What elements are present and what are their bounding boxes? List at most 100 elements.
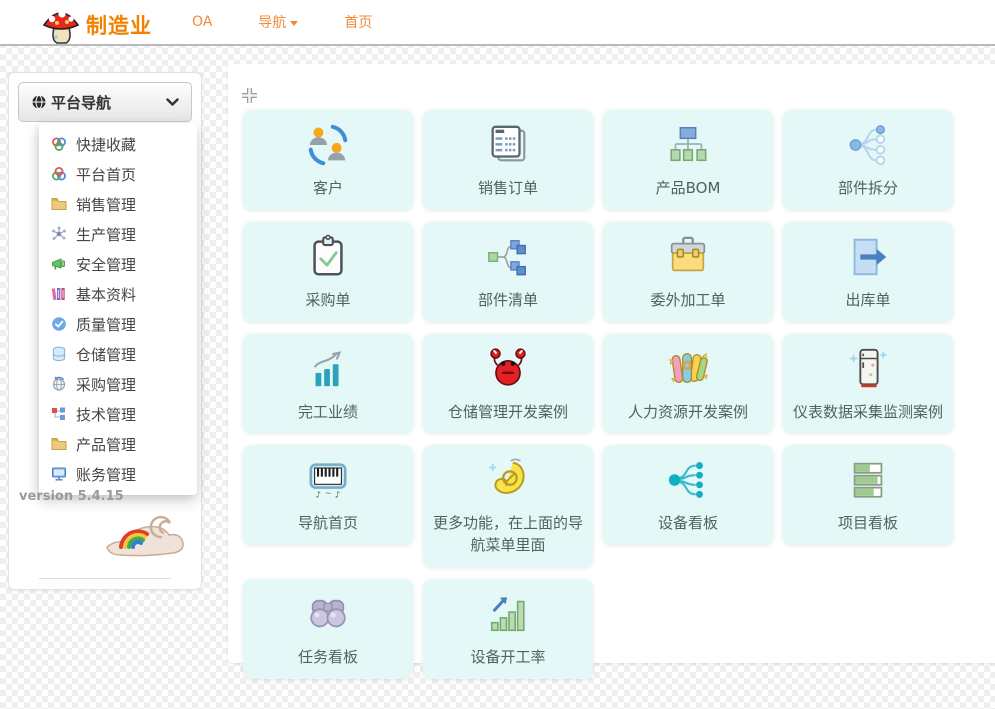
caret-down-icon (290, 21, 298, 26)
molecule-icon (51, 226, 67, 242)
tile-label: 更多功能，在上面的导航菜单里面 (431, 513, 585, 557)
sidebar-item-platform-home[interactable]: 平台首页 (39, 159, 197, 189)
tile-completion-performance[interactable]: 完工业绩 (243, 334, 413, 434)
nav-link-home[interactable]: 首页 (344, 12, 372, 32)
growth-bars-icon (485, 589, 531, 639)
toolbox-icon (664, 232, 712, 282)
tile-outbound-order[interactable]: 出库单 (783, 222, 953, 322)
tile-equipment-utilization[interactable]: 设备开工率 (423, 579, 593, 679)
tile-task-board[interactable]: 任务看板 (243, 579, 413, 679)
tile-part-split[interactable]: 部件拆分 (783, 110, 953, 210)
tile-label: 部件清单 (478, 290, 538, 312)
sidebar-item-accounting-mgmt[interactable]: 账务管理 (39, 459, 197, 489)
tile-label: 产品BOM (656, 178, 721, 200)
sidebar-item-sales-mgmt[interactable]: 销售管理 (39, 189, 197, 219)
monitor-icon (51, 466, 67, 482)
sidebar-item-label: 产品管理 (76, 434, 136, 455)
fridge-icon (844, 344, 892, 394)
tile-hr-dev-case[interactable]: 人力资源开发案例 (603, 334, 773, 434)
tile-more-features[interactable]: 更多功能，在上面的导航菜单里面 (423, 445, 593, 567)
main-panel: 客户 销售订单 (228, 64, 995, 663)
tile-label: 设备开工率 (470, 647, 545, 669)
sidebar-item-procurement-mgmt[interactable]: 采购管理 (39, 369, 197, 399)
tile-part-list[interactable]: 部件清单 (423, 222, 593, 322)
fanout-icon (665, 455, 711, 505)
part-split-icon (845, 120, 891, 170)
check-circle-icon (51, 316, 67, 332)
piano-icon: ♪ ∼ ♪ (303, 455, 353, 505)
brand[interactable]: 制造业 (40, 4, 152, 40)
tile-customers[interactable]: 客户 (243, 110, 413, 210)
database-icon (51, 346, 67, 362)
sales-order-icon (485, 120, 531, 170)
nav-link-oa[interactable]: OA (192, 14, 212, 30)
sidebar-item-quick-favorites[interactable]: 快捷收藏 (39, 129, 197, 159)
tile-label: 出库单 (845, 290, 890, 312)
sidebar-menu: 快捷收藏 平台首页 销售管理 (39, 123, 197, 495)
folder-icon (51, 436, 67, 452)
tile-equipment-board[interactable]: 设备看板 (603, 445, 773, 545)
clipboard-check-icon (305, 232, 351, 282)
rainbow-cloud-illustration (99, 501, 189, 563)
nav-link-navigation[interactable]: 导航 (258, 12, 298, 32)
tile-label: 设备看板 (658, 513, 718, 535)
tile-label: 委外加工单 (650, 290, 725, 312)
sidebar-header-label: 平台导航 (51, 92, 166, 113)
tile-project-board[interactable]: 项目看板 (783, 445, 953, 545)
tile-outsourcing-order[interactable]: 委外加工单 (603, 222, 773, 322)
bom-tree-icon (665, 120, 711, 170)
bar-trend-icon (305, 344, 351, 394)
tile-sales-order[interactable]: 销售订单 (423, 110, 593, 210)
tile-product-bom[interactable]: 产品BOM (603, 110, 773, 210)
tile-label: 完工业绩 (298, 402, 358, 424)
globe-sync-icon (51, 376, 67, 392)
main-nav: OA 导航 首页 (192, 12, 372, 32)
megaphone-icon (51, 256, 67, 272)
sidebar-item-label: 生产管理 (76, 224, 136, 245)
sidebar-item-label: 快捷收藏 (76, 134, 136, 155)
sidebar-item-label: 安全管理 (76, 254, 136, 275)
crab-icon (484, 344, 532, 394)
sidebar-item-quality-mgmt[interactable]: 质量管理 (39, 309, 197, 339)
sidebar-item-basic-data[interactable]: 基本资料 (39, 279, 197, 309)
sidebar-item-label: 技术管理 (76, 404, 136, 425)
svg-text:♪: ♪ (335, 491, 341, 501)
sidebar: 平台导航 快捷收藏 平台首页 (8, 72, 202, 590)
folder-icon (51, 196, 67, 212)
tile-label: 采购单 (305, 290, 350, 312)
sidebar-item-label: 采购管理 (76, 374, 136, 395)
sidebar-header-platform-nav[interactable]: 平台导航 (18, 82, 192, 122)
horn-icon (483, 455, 533, 505)
sidebar-item-label: 基本资料 (76, 284, 136, 305)
tile-label: 客户 (313, 178, 343, 200)
customers-icon (305, 120, 351, 170)
tile-label: 仪表数据采集监测案例 (793, 402, 943, 424)
move-handle-icon[interactable] (242, 88, 257, 107)
sidebar-item-label: 平台首页 (76, 164, 136, 185)
sidebar-item-label: 销售管理 (76, 194, 136, 215)
sidebar-item-technology-mgmt[interactable]: 技术管理 (39, 399, 197, 429)
tile-label: 销售订单 (478, 178, 538, 200)
rings-icon (51, 166, 67, 182)
sidebar-item-warehouse-mgmt[interactable]: 仓储管理 (39, 339, 197, 369)
sidebar-divider (39, 578, 171, 579)
progress-bars-icon (845, 455, 891, 505)
tile-label: 仓储管理开发案例 (448, 402, 568, 424)
sidebar-item-label: 账务管理 (76, 464, 136, 485)
tile-navigation-home[interactable]: ♪ ∼ ♪ 导航首页 (243, 445, 413, 545)
tile-warehouse-dev-case[interactable]: 仓储管理开发案例 (423, 334, 593, 434)
tile-purchase-order[interactable]: 采购单 (243, 222, 413, 322)
part-list-icon (485, 232, 531, 282)
sidebar-item-product-mgmt[interactable]: 产品管理 (39, 429, 197, 459)
crayons-icon (663, 344, 713, 394)
sidebar-item-production-mgmt[interactable]: 生产管理 (39, 219, 197, 249)
tile-grid: 客户 销售订单 (228, 64, 988, 691)
chevron-down-icon (166, 98, 179, 107)
brand-title[interactable]: 制造业 (86, 10, 152, 40)
outbound-icon (845, 232, 891, 282)
svg-text:∼: ∼ (325, 489, 331, 498)
sidebar-item-safety-mgmt[interactable]: 安全管理 (39, 249, 197, 279)
sidebar-item-label: 质量管理 (76, 314, 136, 335)
tile-instrument-monitoring-case[interactable]: 仪表数据采集监测案例 (783, 334, 953, 434)
binoculars-icon (304, 589, 352, 639)
